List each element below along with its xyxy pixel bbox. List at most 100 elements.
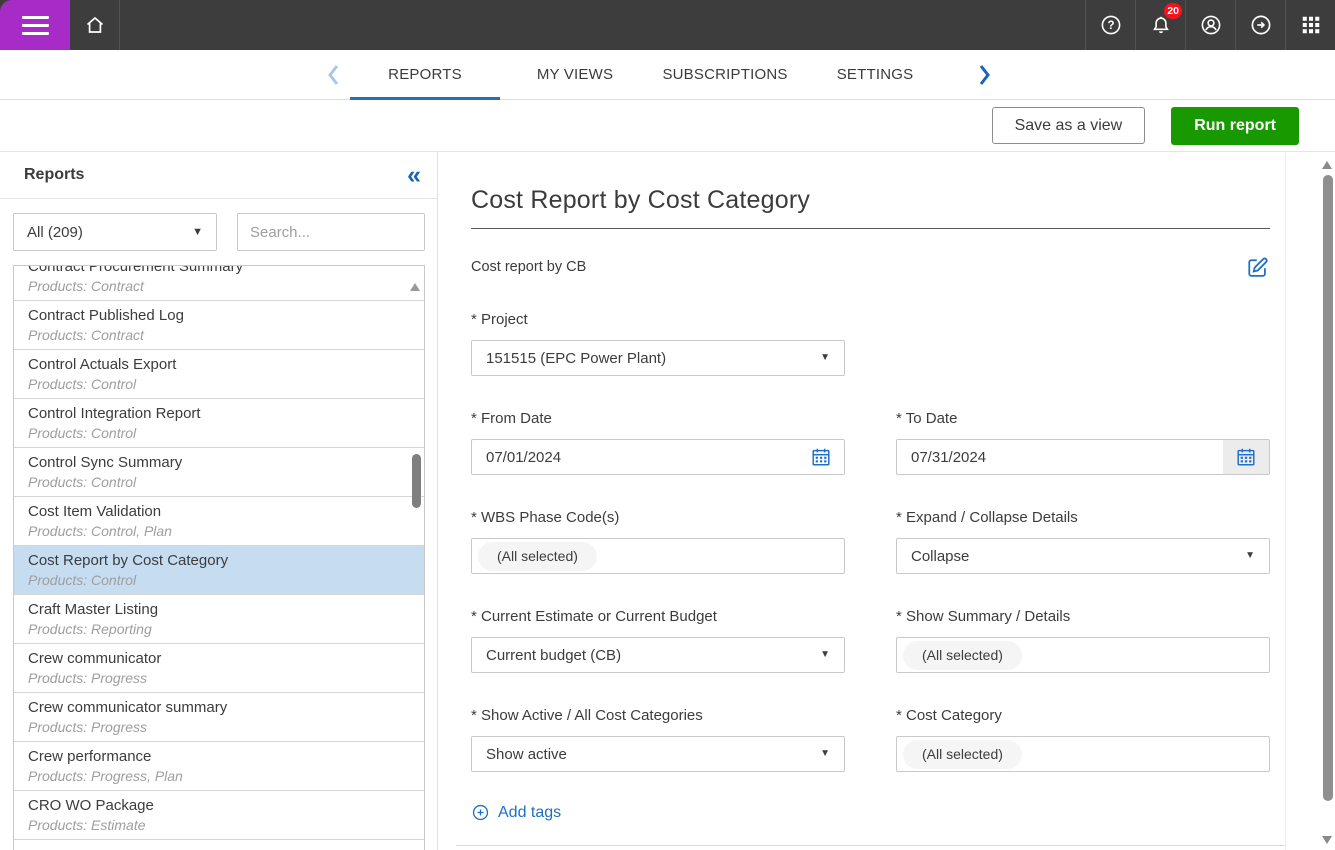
tabs-scroll-right-button[interactable] bbox=[968, 50, 1002, 99]
project-dropdown[interactable]: 151515 (EPC Power Plant) ▼ bbox=[471, 340, 845, 376]
report-list-item[interactable]: Control Sync Summary Products: Control bbox=[14, 448, 424, 497]
calendar-icon[interactable] bbox=[798, 440, 844, 474]
field-project: * Project 151515 (EPC Power Plant) ▼ bbox=[471, 311, 845, 376]
report-list-item[interactable]: Crew communicator Products: Progress bbox=[14, 644, 424, 693]
home-icon bbox=[83, 13, 107, 37]
tab-label: SUBSCRIPTIONS bbox=[662, 66, 787, 83]
sidebar-controls: All (209) ▼ bbox=[0, 199, 437, 251]
account-button[interactable] bbox=[1185, 0, 1235, 50]
report-filter-dropdown[interactable]: All (209) ▼ bbox=[13, 213, 217, 251]
current-estimate-budget-dropdown[interactable]: Current budget (CB) ▼ bbox=[471, 637, 845, 673]
list-scrollbar-thumb[interactable] bbox=[412, 454, 421, 508]
report-products: Products: Contract bbox=[28, 327, 424, 343]
help-button[interactable]: ? bbox=[1085, 0, 1135, 50]
field-current-estimate-budget: * Current Estimate or Current Budget Cur… bbox=[471, 608, 845, 673]
field-label: * Current Estimate or Current Budget bbox=[471, 608, 845, 625]
report-products: Products: Progress bbox=[28, 670, 424, 686]
chevron-down-icon: ▼ bbox=[192, 227, 203, 238]
tab-my-views[interactable]: MY VIEWS bbox=[500, 50, 650, 99]
field-show-summary-details: * Show Summary / Details (All selected) bbox=[896, 608, 1270, 673]
report-name: Contract Published Log bbox=[28, 307, 424, 324]
report-name: Crew communicator bbox=[28, 650, 424, 667]
main-scrollbar bbox=[1286, 152, 1335, 850]
to-date-input[interactable]: 07/31/2024 bbox=[896, 439, 1270, 475]
selection-chip[interactable]: (All selected) bbox=[903, 641, 1022, 670]
report-products: Products: Contract bbox=[28, 278, 424, 294]
show-active-categories-value: Show active bbox=[486, 746, 567, 763]
home-button[interactable] bbox=[70, 0, 120, 50]
plus-circle-icon bbox=[471, 803, 490, 822]
report-list-item[interactable]: Crew performance Products: Progress, Pla… bbox=[14, 742, 424, 791]
field-label: * WBS Phase Code(s) bbox=[471, 509, 845, 526]
report-action-toolbar: Save as a view Run report bbox=[0, 100, 1335, 152]
reports-sidebar: Reports « All (209) ▼ Contract Procureme… bbox=[0, 152, 438, 850]
sign-out-button[interactable] bbox=[1235, 0, 1285, 50]
tab-label: SETTINGS bbox=[837, 66, 914, 83]
report-name: Control Integration Report bbox=[28, 405, 424, 422]
list-scroll-up-arrow[interactable] bbox=[410, 283, 420, 291]
report-name: Contract Procurement Summary bbox=[28, 265, 424, 275]
selection-chip[interactable]: (All selected) bbox=[478, 542, 597, 571]
field-label: * Expand / Collapse Details bbox=[896, 509, 1270, 526]
selection-chip[interactable]: (All selected) bbox=[903, 740, 1022, 769]
run-report-button[interactable]: Run report bbox=[1171, 107, 1299, 145]
field-show-active-categories: * Show Active / All Cost Categories Show… bbox=[471, 707, 845, 772]
report-list-item[interactable]: CRO WO Package Products: Estimate bbox=[14, 791, 424, 840]
circle-arrow-icon bbox=[1249, 13, 1273, 37]
cost-category-multiselect[interactable]: (All selected) bbox=[896, 736, 1270, 772]
topbar-icon-group: ? 20 bbox=[1085, 0, 1335, 50]
expand-collapse-value: Collapse bbox=[911, 548, 969, 565]
report-products: Products: Control bbox=[28, 376, 424, 392]
to-date-value: 07/31/2024 bbox=[911, 449, 986, 466]
sidebar-collapse-button[interactable]: « bbox=[405, 165, 423, 185]
app-launcher-button[interactable] bbox=[1285, 0, 1335, 50]
tab-settings[interactable]: SETTINGS bbox=[800, 50, 950, 99]
scroll-up-arrow[interactable] bbox=[1322, 161, 1332, 169]
show-active-categories-dropdown[interactable]: Show active ▼ bbox=[471, 736, 845, 772]
report-list-item[interactable]: Cost Item Validation Products: Control, … bbox=[14, 497, 424, 546]
edit-description-button[interactable] bbox=[1245, 255, 1270, 280]
project-value: 151515 (EPC Power Plant) bbox=[486, 350, 666, 367]
report-products: Products: Reporting bbox=[28, 621, 424, 637]
report-list-item[interactable]: Craft Master Listing Products: Reporting bbox=[14, 595, 424, 644]
hamburger-icon bbox=[22, 16, 49, 35]
add-tags-button[interactable]: Add tags bbox=[471, 803, 561, 822]
report-list-item[interactable]: Control Actuals Export Products: Control bbox=[14, 350, 424, 399]
report-list-item[interactable]: Control Integration Report Products: Con… bbox=[14, 399, 424, 448]
empty-cell bbox=[896, 311, 1270, 376]
report-parameters-form: * Project 151515 (EPC Power Plant) ▼ * F… bbox=[471, 311, 1270, 772]
main-menu-button[interactable] bbox=[0, 0, 70, 50]
field-cost-category: * Cost Category (All selected) bbox=[896, 707, 1270, 772]
calendar-icon[interactable] bbox=[1223, 440, 1269, 474]
section-bottom-divider bbox=[456, 845, 1285, 846]
field-label: * To Date bbox=[896, 410, 1270, 427]
sidebar-header: Reports « bbox=[0, 152, 437, 199]
tab-reports[interactable]: REPORTS bbox=[350, 50, 500, 99]
field-label: * Show Summary / Details bbox=[896, 608, 1270, 625]
field-label: * Project bbox=[471, 311, 845, 328]
content-area: Reports « All (209) ▼ Contract Procureme… bbox=[0, 152, 1335, 850]
report-list-item[interactable]: Contract Published Log Products: Contrac… bbox=[14, 301, 424, 350]
report-products: Products: Control bbox=[28, 572, 424, 588]
scroll-down-arrow[interactable] bbox=[1322, 836, 1332, 844]
field-to-date: * To Date 07/31/2024 bbox=[896, 410, 1270, 475]
save-as-view-button[interactable]: Save as a view bbox=[992, 107, 1146, 144]
tab-subscriptions[interactable]: SUBSCRIPTIONS bbox=[650, 50, 800, 99]
report-name: Crew performance bbox=[28, 748, 424, 765]
page-title: Cost Report by Cost Category bbox=[471, 186, 1270, 215]
main-scrollbar-thumb[interactable] bbox=[1323, 175, 1333, 801]
report-list-item-selected[interactable]: Cost Report by Cost Category Products: C… bbox=[14, 546, 424, 595]
field-label: * Cost Category bbox=[896, 707, 1270, 724]
report-search-input[interactable] bbox=[237, 213, 425, 251]
expand-collapse-dropdown[interactable]: Collapse ▼ bbox=[896, 538, 1270, 574]
wbs-phase-codes-multiselect[interactable]: (All selected) bbox=[471, 538, 845, 574]
tabs-scroll-left-button[interactable] bbox=[316, 50, 350, 99]
show-summary-details-multiselect[interactable]: (All selected) bbox=[896, 637, 1270, 673]
notifications-button[interactable]: 20 bbox=[1135, 0, 1185, 50]
from-date-input[interactable]: 07/01/2024 bbox=[471, 439, 845, 475]
report-list-item[interactable]: Crew communicator summary Products: Prog… bbox=[14, 693, 424, 742]
report-list-item[interactable]: Contract Procurement Summary Products: C… bbox=[14, 265, 424, 301]
report-products: Products: Progress bbox=[28, 719, 424, 735]
report-name: Control Sync Summary bbox=[28, 454, 424, 471]
help-icon: ? bbox=[1099, 13, 1123, 37]
